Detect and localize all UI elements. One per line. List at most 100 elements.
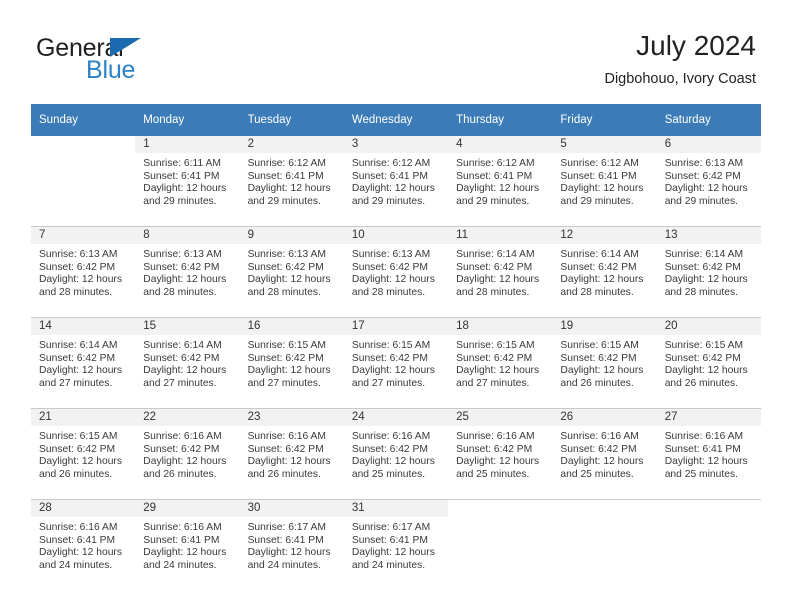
daylight-line-1: Daylight: 12 hours xyxy=(143,183,227,195)
sunrise-time: Sunrise: 6:13 AM xyxy=(39,249,118,260)
sunrise-time: Sunrise: 6:15 AM xyxy=(664,340,744,351)
calendar-day-cell[interactable]: 31 Sunrise: 6:17 AM Sunset: 6:41 PM Dayligh… xyxy=(343,500,449,590)
sunset-time: Sunset: 6:41 PM xyxy=(560,170,637,182)
day-cell-inner: 1 Sunrise: 6:11 AM Sunset: 6:41 PM Daylight… xyxy=(135,136,240,226)
sunrise-time: Sunrise: 6:14 AM xyxy=(143,340,222,351)
daylight-line-2: and 29 minutes. xyxy=(143,195,217,207)
day-number: 25 xyxy=(448,409,553,426)
page-title: July 2024 xyxy=(636,30,756,61)
calendar-day-cell[interactable]: 3 Sunrise: 6:12 AM Sunset: 6:41 PM Daylight… xyxy=(343,136,449,226)
sunset-time: Sunset: 6:42 PM xyxy=(143,443,220,455)
day-details: Sunrise: 6:17 AM Sunset: 6:41 PM Daylight:… xyxy=(344,517,448,572)
day-cell-inner: 21 Sunrise: 6:15 AM Sunset: 6:42 PM Dayligh… xyxy=(31,409,136,499)
calendar-day-cell[interactable]: 28 Sunrise: 6:16 AM Sunset: 6:41 PM Dayligh… xyxy=(31,500,136,590)
day-cell-inner: 8 Sunrise: 6:13 AM Sunset: 6:42 PM Daylight… xyxy=(135,227,240,317)
day-number: 21 xyxy=(31,409,136,426)
logo-text-blue: Blue xyxy=(86,56,136,84)
day-cell-inner: 16 Sunrise: 6:15 AM Sunset: 6:42 PM Dayligh… xyxy=(239,318,344,408)
day-details: Sunrise: 6:16 AM Sunset: 6:42 PM Daylight:… xyxy=(552,426,656,481)
sunrise-time: Sunrise: 6:16 AM xyxy=(560,431,639,442)
general-blue-logo[interactable]: General Blue xyxy=(36,36,236,86)
day-details: Sunrise: 6:13 AM Sunset: 6:42 PM Daylight:… xyxy=(657,153,761,208)
day-details: Sunrise: 6:14 AM Sunset: 6:42 PM Daylight:… xyxy=(135,335,239,390)
calendar-day-cell[interactable]: 18 Sunrise: 6:15 AM Sunset: 6:42 PM Dayligh… xyxy=(448,318,553,408)
daylight-line-1: Daylight: 12 hours xyxy=(664,456,748,468)
day-details: Sunrise: 6:16 AM Sunset: 6:42 PM Daylight:… xyxy=(448,426,552,481)
daylight-line-1: Daylight: 12 hours xyxy=(351,456,435,468)
calendar-day-cell[interactable]: 8 Sunrise: 6:13 AM Sunset: 6:42 PM Daylight… xyxy=(135,227,240,317)
calendar-day-cell[interactable]: 6 Sunrise: 6:13 AM Sunset: 6:42 PM Daylight… xyxy=(656,136,761,226)
sunrise-time: Sunrise: 6:15 AM xyxy=(39,431,118,442)
calendar-day-cell[interactable]: 7 Sunrise: 6:13 AM Sunset: 6:42 PM Daylight… xyxy=(31,227,136,317)
daylight-line-1: Daylight: 12 hours xyxy=(351,274,435,286)
weekday-header-wednesday: Wednesday xyxy=(343,104,449,136)
calendar-day-cell[interactable]: 20 Sunrise: 6:15 AM Sunset: 6:42 PM Dayligh… xyxy=(656,318,761,408)
day-details: Sunrise: 6:13 AM Sunset: 6:42 PM Daylight:… xyxy=(344,244,448,299)
day-cell-inner: 3 Sunrise: 6:12 AM Sunset: 6:41 PM Daylight… xyxy=(343,136,449,226)
calendar-day-cell[interactable]: 2 Sunrise: 6:12 AM Sunset: 6:41 PM Daylight… xyxy=(239,136,344,226)
calendar-day-cell[interactable]: 13 Sunrise: 6:14 AM Sunset: 6:42 PM Dayligh… xyxy=(656,227,761,317)
daylight-line-2: and 28 minutes. xyxy=(247,286,321,298)
day-details: Sunrise: 6:15 AM Sunset: 6:42 PM Daylight:… xyxy=(552,335,656,390)
calendar-day-cell[interactable]: 25 Sunrise: 6:16 AM Sunset: 6:42 PM Dayligh… xyxy=(448,409,553,499)
sunset-time: Sunset: 6:41 PM xyxy=(143,534,220,546)
calendar-day-cell[interactable]: 23 Sunrise: 6:16 AM Sunset: 6:42 PM Dayligh… xyxy=(239,409,344,499)
calendar-day-cell[interactable]: 4 Sunrise: 6:12 AM Sunset: 6:41 PM Daylight… xyxy=(448,136,553,226)
day-details: Sunrise: 6:12 AM Sunset: 6:41 PM Daylight:… xyxy=(448,153,552,208)
day-cell-inner: 20 Sunrise: 6:15 AM Sunset: 6:42 PM Dayligh… xyxy=(656,318,761,408)
daylight-line-2: and 29 minutes. xyxy=(456,195,530,207)
calendar-day-cell[interactable]: 24 Sunrise: 6:16 AM Sunset: 6:42 PM Dayligh… xyxy=(343,409,449,499)
calendar-day-cell[interactable]: 17 Sunrise: 6:15 AM Sunset: 6:42 PM Dayligh… xyxy=(343,318,449,408)
calendar-day-cell[interactable]: 14 Sunrise: 6:14 AM Sunset: 6:42 PM Dayligh… xyxy=(31,318,136,408)
daylight-line-2: and 28 minutes. xyxy=(664,286,738,298)
calendar-day-cell[interactable]: 26 Sunrise: 6:16 AM Sunset: 6:42 PM Dayligh… xyxy=(552,409,657,499)
calendar-day-cell[interactable]: 9 Sunrise: 6:13 AM Sunset: 6:42 PM Daylight… xyxy=(239,227,344,317)
daylight-line-2: and 28 minutes. xyxy=(39,286,113,298)
calendar-day-cell[interactable]: 11 Sunrise: 6:14 AM Sunset: 6:42 PM Dayligh… xyxy=(448,227,553,317)
day-number: 13 xyxy=(656,227,761,244)
sunrise-time: Sunrise: 6:13 AM xyxy=(351,249,431,260)
day-details: Sunrise: 6:11 AM Sunset: 6:41 PM Daylight:… xyxy=(135,153,239,208)
calendar-day-cell[interactable]: 21 Sunrise: 6:15 AM Sunset: 6:42 PM Dayligh… xyxy=(31,409,136,499)
sunset-time: Sunset: 6:42 PM xyxy=(664,170,741,182)
weekday-header-monday: Monday xyxy=(135,104,240,136)
day-number: 19 xyxy=(552,318,657,335)
calendar-day-cell[interactable]: 12 Sunrise: 6:14 AM Sunset: 6:42 PM Dayligh… xyxy=(552,227,657,317)
day-details: Sunrise: 6:16 AM Sunset: 6:42 PM Daylight:… xyxy=(135,426,239,481)
daylight-line-1: Daylight: 12 hours xyxy=(39,547,122,559)
day-cell-inner: 12 Sunrise: 6:14 AM Sunset: 6:42 PM Dayligh… xyxy=(552,227,657,317)
calendar-day-cell[interactable]: 16 Sunrise: 6:15 AM Sunset: 6:42 PM Dayligh… xyxy=(239,318,344,408)
calendar-day-cell[interactable]: 10 Sunrise: 6:13 AM Sunset: 6:42 PM Dayligh… xyxy=(343,227,449,317)
calendar-day-cell[interactable]: 29 Sunrise: 6:16 AM Sunset: 6:41 PM Dayligh… xyxy=(135,500,240,590)
day-cell-inner: 23 Sunrise: 6:16 AM Sunset: 6:42 PM Dayligh… xyxy=(239,409,344,499)
sunrise-time: Sunrise: 6:17 AM xyxy=(247,522,326,533)
day-details: Sunrise: 6:15 AM Sunset: 6:42 PM Daylight:… xyxy=(657,335,761,390)
daylight-line-1: Daylight: 12 hours xyxy=(247,456,331,468)
day-cell-inner: 15 Sunrise: 6:14 AM Sunset: 6:42 PM Dayligh… xyxy=(135,318,240,408)
daylight-line-2: and 24 minutes. xyxy=(39,559,113,571)
sunrise-time: Sunrise: 6:13 AM xyxy=(247,249,326,260)
calendar-day-cell[interactable]: 5 Sunrise: 6:12 AM Sunset: 6:41 PM Daylight… xyxy=(552,136,657,226)
daylight-line-1: Daylight: 12 hours xyxy=(560,274,644,286)
day-number: 15 xyxy=(135,318,240,335)
day-cell-inner: 18 Sunrise: 6:15 AM Sunset: 6:42 PM Dayligh… xyxy=(448,318,553,408)
daylight-line-1: Daylight: 12 hours xyxy=(560,456,644,468)
sunrise-time: Sunrise: 6:12 AM xyxy=(351,158,431,169)
calendar-day-cell[interactable]: 27 Sunrise: 6:16 AM Sunset: 6:41 PM Dayligh… xyxy=(656,409,761,499)
day-cell-inner: 10 Sunrise: 6:13 AM Sunset: 6:42 PM Dayligh… xyxy=(343,227,449,317)
weekday-header-friday: Friday xyxy=(552,104,657,136)
calendar-day-cell[interactable]: 1 Sunrise: 6:11 AM Sunset: 6:41 PM Daylight… xyxy=(135,136,240,226)
daylight-line-1: Daylight: 12 hours xyxy=(143,365,227,377)
day-cell-inner: 26 Sunrise: 6:16 AM Sunset: 6:42 PM Dayligh… xyxy=(552,409,657,499)
calendar-day-cell[interactable]: 15 Sunrise: 6:14 AM Sunset: 6:42 PM Dayligh… xyxy=(135,318,240,408)
calendar-day-cell[interactable]: 22 Sunrise: 6:16 AM Sunset: 6:42 PM Dayligh… xyxy=(135,409,240,499)
daylight-line-1: Daylight: 12 hours xyxy=(456,456,540,468)
sunrise-time: Sunrise: 6:12 AM xyxy=(247,158,326,169)
sunset-time: Sunset: 6:42 PM xyxy=(351,352,428,364)
sunrise-time: Sunrise: 6:13 AM xyxy=(664,158,744,169)
day-number: 24 xyxy=(343,409,449,426)
daylight-line-2: and 24 minutes. xyxy=(351,559,426,571)
sunset-time: Sunset: 6:42 PM xyxy=(560,261,637,273)
calendar-day-cell[interactable]: 19 Sunrise: 6:15 AM Sunset: 6:42 PM Dayligh… xyxy=(552,318,657,408)
calendar-day-cell[interactable]: 30 Sunrise: 6:17 AM Sunset: 6:41 PM Dayligh… xyxy=(239,500,344,590)
